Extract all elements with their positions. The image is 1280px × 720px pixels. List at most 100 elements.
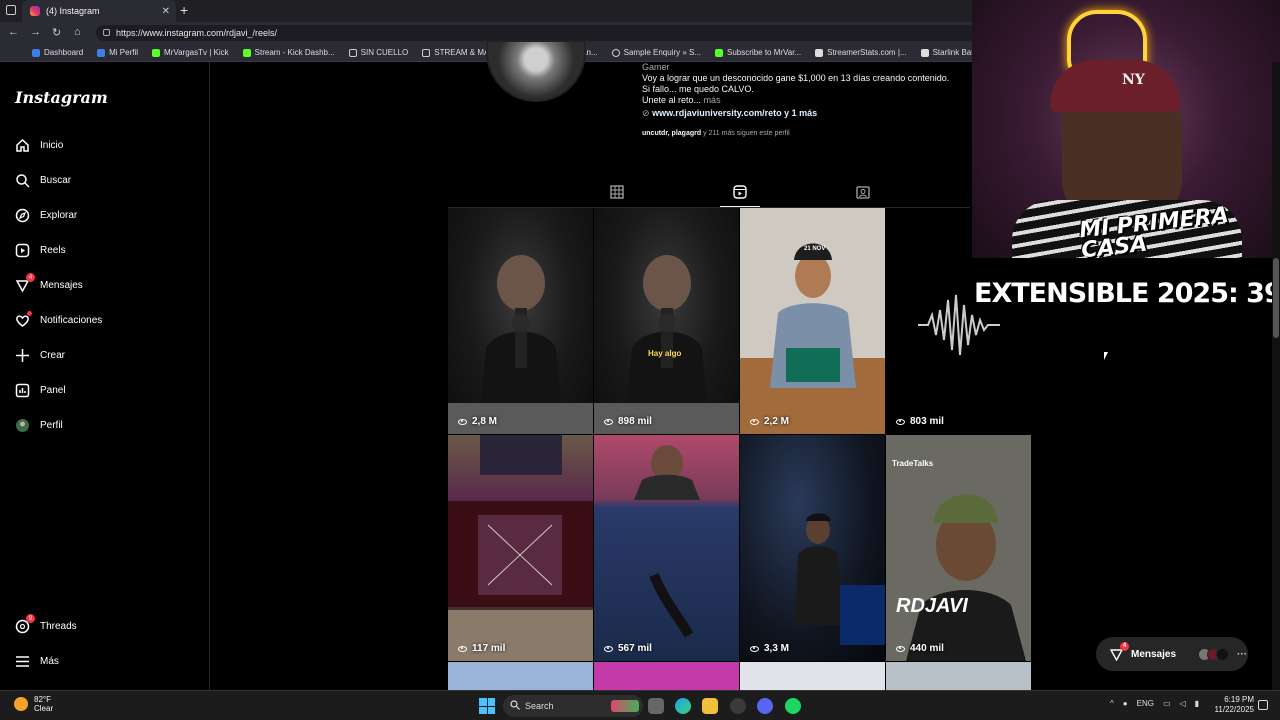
- bookmark-item[interactable]: Subscribe to MrVar...: [715, 48, 801, 57]
- eye-icon: [604, 645, 613, 652]
- edge-browser-icon[interactable]: [675, 698, 691, 714]
- tab-reels-icon[interactable]: [733, 185, 747, 199]
- close-tab-icon[interactable]: ✕: [162, 6, 170, 17]
- scrollbar-thumb[interactable]: [1273, 258, 1279, 338]
- bookmark-folder[interactable]: STREAM & MAS: [422, 48, 495, 57]
- reel-thumbnail: [448, 435, 593, 661]
- bookmark-item[interactable]: MrVargasTv | Kick: [152, 48, 229, 57]
- chevron-up-icon[interactable]: ^: [1110, 699, 1114, 708]
- sidebar-item-notificaciones[interactable]: Notificaciones: [15, 311, 102, 328]
- unread-badge: 4: [1120, 641, 1129, 651]
- streamer-cap: [1050, 60, 1180, 112]
- sidebar-item-buscar[interactable]: Buscar: [15, 173, 71, 188]
- sidebar-item-mensajes[interactable]: 4 Mensajes: [15, 273, 83, 293]
- instagram-sidebar: Instagram Inicio Buscar Explorar Reels 4…: [0, 62, 210, 690]
- forward-icon[interactable]: →: [30, 26, 41, 38]
- reel-tile[interactable]: 21 NOV 2,2 M: [740, 208, 885, 434]
- clock-date: 11/22/2025: [1214, 705, 1254, 714]
- folder-icon: [422, 48, 431, 57]
- reel-tile[interactable]: [740, 662, 885, 690]
- messages-pill[interactable]: 4 Mensajes ···: [1096, 637, 1248, 671]
- messenger-icon: 4: [15, 273, 35, 293]
- reel-tile[interactable]: [594, 662, 739, 690]
- bookmark-folder[interactable]: SIN CUELLO: [348, 48, 408, 57]
- sidebar-item-threads[interactable]: 9 Threads: [15, 614, 77, 634]
- reel-tile[interactable]: [886, 662, 1031, 690]
- followed-by-rest: y 211 más siguen este perfil: [703, 130, 790, 137]
- followed-by-names: uncutdr, plagagrd: [642, 130, 702, 137]
- reel-tile[interactable]: Hay algo 898 mil: [594, 208, 739, 434]
- reel-views: 117 mil: [458, 643, 505, 654]
- followed-by[interactable]: uncutdr, plagagrd y 211 más siguen este …: [642, 130, 790, 137]
- sidebar-item-explorar[interactable]: Explorar: [15, 208, 77, 223]
- kick-icon: [152, 48, 161, 57]
- sidebar-item-mas[interactable]: Más: [15, 654, 59, 669]
- profile-avatar[interactable]: [486, 40, 586, 102]
- new-tab-icon[interactable]: +: [180, 2, 188, 18]
- taskbar-search[interactable]: Search: [503, 695, 643, 717]
- eye-icon: [750, 645, 759, 652]
- sidebar-item-reels[interactable]: Reels: [15, 243, 66, 258]
- more-icon[interactable]: ···: [1237, 649, 1247, 660]
- profile-link[interactable]: www.rdjaviuniversity.com/reto y 1 más: [652, 108, 817, 118]
- reels-icon: [15, 243, 30, 258]
- task-view-icon[interactable]: [648, 698, 664, 714]
- discord-icon[interactable]: [757, 698, 773, 714]
- reel-tile[interactable]: 567 mil: [594, 435, 739, 661]
- reel-thumbnail: [740, 243, 885, 434]
- sidebar-item-label: Panel: [40, 385, 66, 396]
- kick-icon: [715, 48, 724, 57]
- message-avatars: [1198, 647, 1230, 661]
- notification-bell-icon[interactable]: [1258, 700, 1268, 710]
- mouse-cursor-icon: [1104, 352, 1108, 360]
- reel-tile[interactable]: [448, 662, 593, 690]
- volume-icon[interactable]: ◁: [1180, 699, 1186, 708]
- bookmark-item[interactable]: StreamerStats.com |...: [815, 48, 907, 57]
- sidebar-item-panel[interactable]: Panel: [15, 383, 66, 398]
- url-text: https://www.instagram.com/rdjavi_/reels/: [116, 28, 278, 38]
- instagram-logo[interactable]: Instagram: [15, 88, 108, 107]
- site-info-icon[interactable]: [103, 29, 110, 36]
- bio-line: Unete al reto...: [642, 95, 702, 105]
- bookmark-icon: [97, 48, 106, 57]
- spotify-icon[interactable]: [785, 698, 801, 714]
- bookmark-item[interactable]: Dashboard: [32, 48, 83, 57]
- reel-tile[interactable]: 117 mil: [448, 435, 593, 661]
- obs-icon[interactable]: [730, 698, 746, 714]
- bookmark-item[interactable]: Sample Enquiry » S...: [611, 48, 701, 57]
- reel-thumbnail: [634, 445, 700, 638]
- reel-tile[interactable]: 2,8 M: [448, 208, 593, 434]
- reel-tile[interactable]: TradeTalks RDJAVI 440 mil: [886, 435, 1031, 661]
- back-icon[interactable]: ←: [8, 26, 19, 38]
- reel-tile[interactable]: 3,3 M: [740, 435, 885, 661]
- reel-thumbnail: [448, 255, 593, 434]
- reload-icon[interactable]: ↻: [52, 26, 61, 39]
- browser-tab-instagram[interactable]: (4) Instagram ✕: [22, 0, 176, 22]
- cap-logo: NY: [1122, 72, 1145, 88]
- sidebar-item-crear[interactable]: Crear: [15, 348, 65, 363]
- file-explorer-icon[interactable]: [702, 698, 718, 714]
- eye-icon: [896, 645, 905, 652]
- window-menu-icon[interactable]: [6, 5, 16, 15]
- sidebar-item-perfil[interactable]: Perfil: [15, 418, 63, 433]
- url-bar[interactable]: https://www.instagram.com/rdjavi_/reels/: [96, 25, 976, 41]
- bookmark-item[interactable]: Stream - Kick Dashb...: [242, 48, 335, 57]
- page-scrollbar[interactable]: [1272, 62, 1280, 690]
- microphone-icon[interactable]: ●: [1123, 699, 1128, 708]
- profile-bio: Gamer Voy a lograr que un desconocido ga…: [642, 62, 949, 119]
- tab-posts-grid-icon[interactable]: [610, 185, 624, 199]
- taskbar-clock[interactable]: 6:19 PM 11/22/2025: [1212, 695, 1254, 715]
- weather-widget[interactable]: 82°F Clear: [14, 695, 53, 713]
- language-indicator[interactable]: ENG: [1137, 699, 1154, 708]
- bookmark-item[interactable]: Mi Perfil: [97, 48, 138, 57]
- battery-icon[interactable]: ▮: [1195, 699, 1199, 708]
- plus-icon: [15, 348, 30, 363]
- tab-title: (4) Instagram: [46, 6, 100, 16]
- windows-start-icon[interactable]: [479, 698, 495, 714]
- reel-thumbnail: [886, 435, 1031, 661]
- sidebar-item-inicio[interactable]: Inicio: [15, 138, 63, 153]
- network-icon[interactable]: ▭: [1163, 699, 1171, 708]
- bio-more-link[interactable]: más: [704, 95, 721, 105]
- home-icon[interactable]: ⌂: [74, 26, 81, 38]
- tab-tagged-icon[interactable]: [856, 185, 870, 199]
